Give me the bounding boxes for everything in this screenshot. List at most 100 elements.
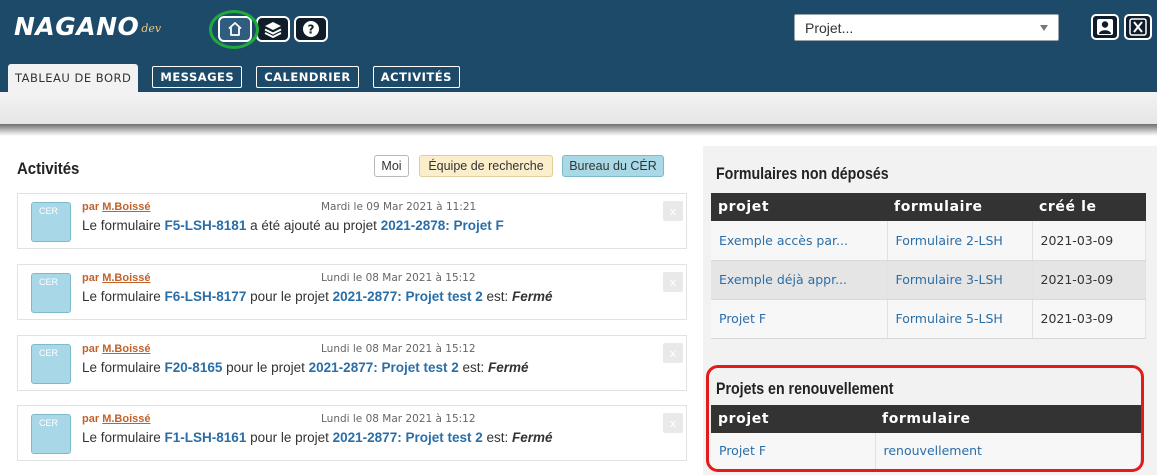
form-link[interactable]: Formulaire 3-LSH bbox=[887, 260, 1033, 300]
activity-by-label: par bbox=[82, 413, 100, 425]
user-profile-button[interactable] bbox=[1091, 14, 1119, 40]
tab-messages[interactable]: MESSAGES bbox=[152, 66, 243, 88]
activity-item: CER par M.Boissé Lundi le 08 Mar 2021 à … bbox=[17, 405, 687, 461]
logo-sub-text: dev bbox=[141, 22, 162, 35]
table-header-row: projet formulaire créé le bbox=[711, 193, 1146, 221]
msg-text: pour le projet bbox=[246, 430, 333, 445]
cer-badge: CER bbox=[31, 414, 71, 454]
dismiss-button[interactable]: x bbox=[663, 272, 683, 292]
msg-text: est: bbox=[482, 289, 512, 304]
project-select[interactable]: Projet... bbox=[794, 14, 1059, 41]
top-header: NAGANO dev ? Projet... TABLEAU DE BORD M… bbox=[0, 0, 1157, 92]
created-date: 2021-03-09 bbox=[1032, 299, 1146, 339]
tab-tableau-de-bord[interactable]: TABLEAU DE BORD bbox=[8, 64, 139, 92]
forms-not-submitted-title: Formulaires non déposés bbox=[716, 165, 889, 183]
logout-icon bbox=[1129, 18, 1147, 36]
table-row: Exemple accès par... Formulaire 2-LSH 20… bbox=[711, 221, 1146, 261]
created-date: 2021-03-09 bbox=[1032, 260, 1146, 300]
tab-calendrier[interactable]: CALENDRIER bbox=[256, 66, 359, 88]
dismiss-button[interactable]: x bbox=[663, 413, 683, 433]
activity-date: Lundi le 08 Mar 2021 à 15:12 bbox=[321, 343, 476, 355]
layers-button[interactable] bbox=[256, 16, 290, 42]
forms-not-submitted-table: projet formulaire créé le Exemple accès … bbox=[711, 193, 1146, 339]
activity-author: par M.Boissé bbox=[82, 201, 150, 213]
form-link[interactable]: F20-8165 bbox=[165, 360, 223, 375]
home-highlight-circle bbox=[209, 10, 259, 49]
activity-by-label: par bbox=[82, 201, 100, 213]
cer-badge: CER bbox=[31, 202, 71, 242]
project-link[interactable]: 2021-2877: Projet test 2 bbox=[309, 360, 459, 375]
svg-text:?: ? bbox=[308, 23, 315, 37]
activity-message: Le formulaire F1-LSH-8161 pour le projet… bbox=[82, 430, 553, 445]
activity-date: Lundi le 08 Mar 2021 à 15:12 bbox=[321, 413, 476, 425]
table-row: Projet F Formulaire 5-LSH 2021-03-09 bbox=[711, 299, 1146, 339]
author-link[interactable]: M.Boissé bbox=[102, 272, 150, 284]
status-text: Fermé bbox=[512, 430, 553, 445]
project-link[interactable]: Projet F bbox=[711, 299, 888, 339]
author-link[interactable]: M.Boissé bbox=[102, 201, 150, 213]
activity-by-label: par bbox=[82, 272, 100, 284]
status-text: Fermé bbox=[488, 360, 529, 375]
status-text: Fermé bbox=[512, 289, 553, 304]
activities-title: Activités bbox=[17, 159, 80, 178]
sub-toolbar bbox=[0, 92, 1157, 124]
cer-badge: CER bbox=[31, 344, 71, 384]
app-logo[interactable]: NAGANO dev bbox=[14, 8, 161, 42]
column-header: projet bbox=[711, 193, 887, 221]
logo-main-text: NAGANO bbox=[14, 12, 140, 41]
help-button[interactable]: ? bbox=[294, 16, 328, 42]
project-link[interactable]: Exemple accès par... bbox=[711, 221, 888, 261]
cer-badge: CER bbox=[31, 273, 71, 313]
project-link[interactable]: 2021-2877: Projet test 2 bbox=[333, 430, 483, 445]
msg-text: pour le projet bbox=[222, 360, 309, 375]
project-select-placeholder: Projet... bbox=[805, 19, 854, 36]
form-link[interactable]: Formulaire 2-LSH bbox=[887, 221, 1033, 261]
msg-text: a été ajouté au projet bbox=[246, 218, 381, 233]
chevron-down-icon bbox=[1040, 25, 1048, 31]
table-row: Exemple déjà appr... Formulaire 3-LSH 20… bbox=[711, 260, 1146, 300]
project-link[interactable]: Exemple déjà appr... bbox=[711, 260, 888, 300]
logout-button[interactable] bbox=[1124, 14, 1152, 40]
activity-item: CER par M.Boissé Lundi le 08 Mar 2021 à … bbox=[17, 264, 687, 320]
project-link[interactable]: 2021-2878: Projet F bbox=[381, 218, 504, 233]
dismiss-button[interactable]: x bbox=[663, 343, 683, 363]
tab-activites[interactable]: ACTIVITÉS bbox=[372, 66, 460, 88]
project-link[interactable]: 2021-2877: Projet test 2 bbox=[333, 289, 483, 304]
filter-equipe-button[interactable]: Équipe de recherche bbox=[419, 155, 553, 177]
msg-text: Le formulaire bbox=[82, 218, 165, 233]
created-date: 2021-03-09 bbox=[1032, 221, 1146, 261]
form-link[interactable]: F6-LSH-8177 bbox=[165, 289, 247, 304]
form-link[interactable]: Formulaire 5-LSH bbox=[887, 299, 1033, 339]
activity-date: Mardi le 09 Mar 2021 à 11:21 bbox=[321, 201, 477, 213]
activity-message: Le formulaire F5-LSH-8181 a été ajouté a… bbox=[82, 218, 504, 233]
filter-bureau-button[interactable]: Bureau du CÉR bbox=[562, 155, 664, 177]
dismiss-button[interactable]: x bbox=[663, 201, 683, 221]
layers-icon bbox=[264, 22, 282, 38]
msg-text: Le formulaire bbox=[82, 430, 165, 445]
activity-author: par M.Boissé bbox=[82, 343, 150, 355]
msg-text: pour le projet bbox=[246, 289, 333, 304]
activity-item: CER par M.Boissé Mardi le 09 Mar 2021 à … bbox=[17, 193, 687, 249]
msg-text: est: bbox=[482, 430, 512, 445]
column-header: formulaire bbox=[887, 193, 1032, 221]
form-link[interactable]: F1-LSH-8161 bbox=[165, 430, 247, 445]
filter-moi-button[interactable]: Moi bbox=[374, 155, 409, 177]
activity-message: Le formulaire F6-LSH-8177 pour le projet… bbox=[82, 289, 553, 304]
author-link[interactable]: M.Boissé bbox=[102, 413, 150, 425]
activity-author: par M.Boissé bbox=[82, 413, 150, 425]
header-divider bbox=[0, 124, 1157, 136]
activity-author: par M.Boissé bbox=[82, 272, 150, 284]
activity-item: CER par M.Boissé Lundi le 08 Mar 2021 à … bbox=[17, 335, 687, 391]
activity-date: Lundi le 08 Mar 2021 à 15:12 bbox=[321, 272, 476, 284]
msg-text: Le formulaire bbox=[82, 360, 165, 375]
msg-text: Le formulaire bbox=[82, 289, 165, 304]
msg-text: est: bbox=[458, 360, 489, 375]
renewals-highlight-box bbox=[706, 365, 1144, 472]
column-header: créé le bbox=[1032, 193, 1146, 221]
author-link[interactable]: M.Boissé bbox=[102, 343, 150, 355]
main-tabs: TABLEAU DE BORD MESSAGES CALENDRIER ACTI… bbox=[8, 64, 460, 92]
activity-by-label: par bbox=[82, 343, 100, 355]
form-link[interactable]: F5-LSH-8181 bbox=[165, 218, 247, 233]
activity-message: Le formulaire F20-8165 pour le projet 20… bbox=[82, 360, 529, 375]
help-icon: ? bbox=[303, 21, 319, 37]
